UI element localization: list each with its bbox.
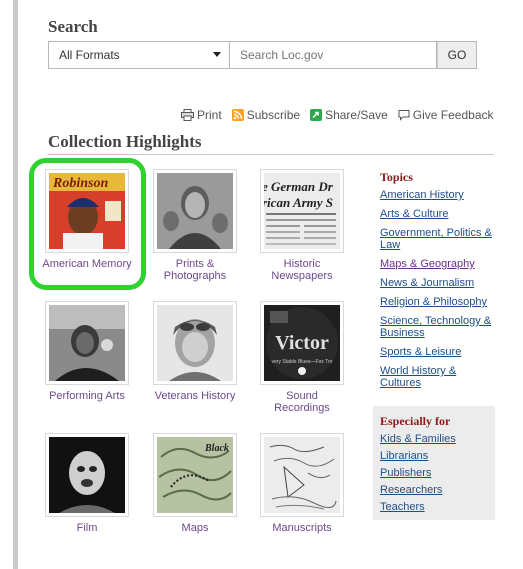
print-label: Print <box>197 108 222 122</box>
film-thumbnail <box>45 433 129 517</box>
map-black-text: Black <box>204 443 229 454</box>
feedback-icon <box>398 110 410 121</box>
search-heading: Search <box>48 17 98 36</box>
veterans-history-thumbnail <box>153 301 237 385</box>
topic-link-religion-philosophy[interactable]: Religion & Philosophy <box>380 296 496 308</box>
collection-highlights-heading: Collection Highlights <box>48 132 202 151</box>
subscribe-label: Subscribe <box>246 108 301 122</box>
tile-label-maps: Maps <box>181 522 209 534</box>
audience-link-publishers[interactable]: Publishers <box>380 467 495 479</box>
tile-prints-photographs[interactable]: Prints & Photographs <box>150 169 240 282</box>
tile-film[interactable]: Film <box>42 433 132 534</box>
performing-arts-thumbnail <box>45 301 129 385</box>
print-icon <box>181 109 194 121</box>
topic-link-american-history[interactable]: American History <box>380 189 496 201</box>
audience-link-librarians[interactable]: Librarians <box>380 450 495 462</box>
tile-manuscripts[interactable]: Manuscripts <box>257 433 347 534</box>
especially-for-panel: Especially for Kids & Families Librarian… <box>373 406 495 520</box>
tile-maps[interactable]: Black Maps <box>150 433 240 534</box>
topics-heading: Topics <box>380 170 413 184</box>
victor-label-text: Victor <box>275 332 329 354</box>
sound-recordings-thumbnail: Victor very Stable Blues—Fox Tro <box>260 301 344 385</box>
record-caption-text: very Stable Blues—Fox Tro <box>272 359 333 365</box>
tile-performing-arts[interactable]: Performing Arts <box>42 301 132 402</box>
newspaper-headline-1: e German Dr <box>264 179 334 194</box>
go-button[interactable]: GO <box>437 41 477 69</box>
tile-label-veterans-history: Veterans History <box>154 390 236 402</box>
topic-link-news-journalism[interactable]: News & Journalism <box>380 277 496 289</box>
tile-label-performing-arts: Performing Arts <box>49 390 125 402</box>
audience-link-researchers[interactable]: Researchers <box>380 484 495 496</box>
share-icon <box>310 109 323 121</box>
tile-label-manuscripts: Manuscripts <box>272 522 332 534</box>
manuscripts-thumbnail <box>260 433 344 517</box>
dropdown-caret-icon <box>213 52 221 57</box>
format-select[interactable]: All Formats <box>48 41 230 69</box>
left-border <box>13 0 18 569</box>
topic-link-world-history-cultures[interactable]: World History & Cultures <box>380 365 496 389</box>
topics-panel: Topics American History Arts & Culture G… <box>380 170 496 396</box>
audience-link-teachers[interactable]: Teachers <box>380 501 495 513</box>
search-input[interactable] <box>230 41 437 69</box>
format-select-value: All Formats <box>59 48 120 62</box>
especially-for-heading: Especially for <box>380 414 451 428</box>
tile-historic-newspapers[interactable]: e German Dr rican Army S Historic Newspa… <box>257 169 347 282</box>
newspaper-headline-2: rican Army S <box>264 195 333 210</box>
search-bar: All Formats GO <box>48 41 477 69</box>
feedback-label: Give Feedback <box>412 108 494 122</box>
divider <box>48 154 494 155</box>
feedback-link[interactable]: Give Feedback <box>398 108 494 122</box>
print-link[interactable]: Print <box>181 108 222 122</box>
highlight-outline <box>29 158 146 290</box>
prints-photographs-thumbnail <box>153 169 237 253</box>
historic-newspapers-thumbnail: e German Dr rican Army S <box>260 169 344 253</box>
topic-link-maps-geography[interactable]: Maps & Geography <box>380 258 496 270</box>
rss-icon <box>231 109 244 121</box>
tile-label-prints-photographs: Prints & Photographs <box>163 258 227 282</box>
subscribe-link[interactable]: Subscribe <box>231 108 301 122</box>
share-label: Share/Save <box>325 108 388 122</box>
maps-thumbnail: Black <box>153 433 237 517</box>
tile-label-historic-newspapers: Historic Newspapers <box>271 258 333 282</box>
tile-veterans-history[interactable]: Veterans History <box>150 301 240 402</box>
topic-link-government-politics-law[interactable]: Government, Politics & Law <box>380 227 496 251</box>
audience-link-kids-families[interactable]: Kids & Families <box>380 433 495 445</box>
tile-label-film: Film <box>76 522 98 534</box>
tile-sound-recordings[interactable]: Victor very Stable Blues—Fox Tro Sound R… <box>257 301 347 414</box>
page-actions: Print Subscribe Share/Save Give Feedback <box>181 108 504 122</box>
topic-link-sports-leisure[interactable]: Sports & Leisure <box>380 346 496 358</box>
share-link[interactable]: Share/Save <box>310 108 388 122</box>
tile-label-sound-recordings: Sound Recordings <box>274 390 330 414</box>
topic-link-science-technology-business[interactable]: Science, Technology & Business <box>380 315 496 339</box>
topic-link-arts-culture[interactable]: Arts & Culture <box>380 208 496 220</box>
